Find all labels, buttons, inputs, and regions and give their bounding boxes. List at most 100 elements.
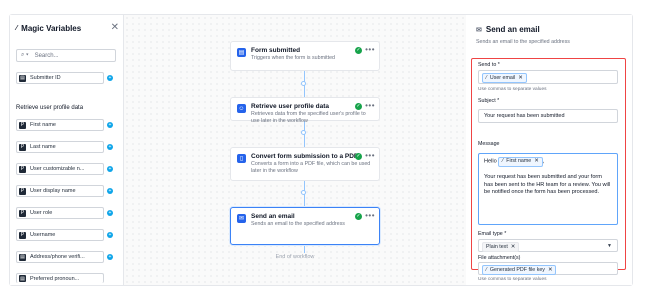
variable-label: User customizable n... <box>30 166 85 172</box>
check-icon: ✓ <box>355 153 362 160</box>
chip-label: First name <box>506 158 532 165</box>
chip-label: Generated PDF file key <box>489 267 545 273</box>
add-icon[interactable]: + <box>107 210 113 216</box>
add-step-dot[interactable] <box>301 190 306 195</box>
help-text: Use commas to separate values <box>478 87 547 92</box>
add-icon[interactable]: + <box>107 75 113 81</box>
end-of-workflow-label: End of workflow <box>275 254 315 260</box>
panel-title: ⁄ Magic Variables <box>16 24 81 33</box>
value-chip[interactable]: Plain text ✕ <box>482 242 520 252</box>
subject-field[interactable]: Your request has been submitted <box>478 109 618 123</box>
help-text: Use commas to separate values <box>478 277 547 282</box>
message-body: Your request has been submitted and your… <box>484 174 611 195</box>
user-icon: ☺ <box>237 104 246 113</box>
variable-label: Preferred pronoun... <box>30 275 80 282</box>
email-type-select[interactable]: Plain text ✕ ▼ <box>478 239 618 252</box>
check-icon: ✓ <box>355 103 362 110</box>
variable-label: Address/phone verifi... <box>30 254 85 260</box>
variable-icon: P <box>19 121 26 129</box>
subject-value: Your request has been submitted <box>484 113 565 119</box>
variable-icon: P <box>19 187 26 195</box>
email-icon: ✉ <box>237 214 246 223</box>
app-frame: ⁄ Magic Variables ✕ ⌕ ▾ Search... ▤ Subm… <box>9 14 633 286</box>
remove-icon[interactable]: ✕ <box>534 158 538 166</box>
variable-item[interactable]: ▤ Preferred pronoun... <box>16 273 104 283</box>
panel-title-text: Send an email <box>485 25 540 34</box>
step-config-panel: ✉ Send an email Sends an email to the sp… <box>467 15 632 285</box>
variable-label: Last name <box>30 144 56 150</box>
remove-icon[interactable]: ✕ <box>518 75 522 81</box>
document-icon: ▯ <box>237 154 246 163</box>
search-input[interactable]: ⌕ ▾ Search... <box>16 49 116 62</box>
variable-label: User display name <box>30 188 76 194</box>
chip-label: User email <box>489 75 516 81</box>
add-icon[interactable]: + <box>107 254 113 260</box>
attachment-label: File attachment(s) <box>478 255 521 261</box>
workflow-canvas[interactable]: ▤ Form submitted Triggers when the form … <box>124 15 466 285</box>
step-description: Retrieves data from the specified user's… <box>251 111 366 124</box>
workflow-step-retrieve-profile[interactable]: ☺ Retrieve user profile data Retrieves d… <box>230 97 380 124</box>
section-heading: Retrieve user profile data <box>16 105 84 111</box>
variable-label: User role <box>30 210 53 216</box>
add-icon[interactable]: + <box>107 188 113 194</box>
variable-icon: P <box>19 165 26 173</box>
add-icon[interactable]: + <box>107 232 113 238</box>
connector-line <box>304 245 305 253</box>
variable-icon: ▤ <box>19 275 26 282</box>
variable-item[interactable]: ▤ Address/phone verifi... <box>16 251 104 263</box>
variable-item[interactable]: P User customizable n... <box>16 163 104 175</box>
add-icon[interactable]: + <box>107 122 113 128</box>
variable-chip[interactable]: ⁄ First name ✕ <box>498 157 543 167</box>
variable-icon: P <box>19 209 26 217</box>
email-icon: ✉ <box>476 26 482 34</box>
email-type-label: Email type * <box>478 231 507 237</box>
remove-icon[interactable]: ✕ <box>548 267 552 273</box>
workflow-step-form-submitted[interactable]: ▤ Form submitted Triggers when the form … <box>230 41 380 71</box>
variable-item[interactable]: P Last name <box>16 141 104 153</box>
variable-icon: P <box>19 231 26 239</box>
more-options-icon[interactable]: ••• <box>365 101 375 110</box>
greeting-text: Hello <box>484 158 497 165</box>
workflow-step-convert-pdf[interactable]: ▯ Convert form submission to a PDF Conve… <box>230 147 380 181</box>
more-options-icon[interactable]: ••• <box>365 45 375 54</box>
subject-label: Subject * <box>478 98 500 104</box>
step-description: Converts a form into a PDF file, which c… <box>251 161 371 174</box>
panel-subtitle: Sends an email to the specified address <box>476 39 570 45</box>
variable-chip[interactable]: ⁄ Generated PDF file key ✕ <box>482 265 557 275</box>
variable-item[interactable]: P Username <box>16 229 104 241</box>
workflow-step-send-email[interactable]: ✉ Send an email Sends an email to the sp… <box>230 207 380 245</box>
message-greeting-line: Hello ⁄ First name ✕ , <box>484 157 612 167</box>
add-icon[interactable]: + <box>107 144 113 150</box>
variable-label: First name <box>30 122 56 128</box>
highlighted-form-area: Send to * ⁄ User email ✕ Use commas to s… <box>471 58 626 282</box>
send-to-field[interactable]: ⁄ User email ✕ <box>478 70 618 84</box>
remove-icon[interactable]: ✕ <box>511 244 515 250</box>
panel-title-text: Magic Variables <box>21 24 82 33</box>
variable-item[interactable]: P First name <box>16 119 104 131</box>
add-step-dot[interactable] <box>301 130 306 135</box>
variable-submitter-id[interactable]: ▤ Submitter ID <box>16 72 104 84</box>
magic-wand-icon: ⁄ <box>486 75 487 81</box>
search-icon: ⌕ ▾ <box>21 52 29 58</box>
attachment-field[interactable]: ⁄ Generated PDF file key ✕ <box>478 262 618 275</box>
variable-item[interactable]: P User display name <box>16 185 104 197</box>
message-textarea[interactable]: Hello ⁄ First name ✕ , Your request has … <box>478 153 618 225</box>
add-icon[interactable]: + <box>107 166 113 172</box>
variable-label: Username <box>30 232 56 238</box>
chevron-down-icon[interactable]: ▼ <box>607 243 612 249</box>
variable-item[interactable]: P User role <box>16 207 104 219</box>
send-to-label: Send to * <box>478 62 500 68</box>
variable-label: Submitter ID <box>30 75 61 81</box>
message-label: Message <box>478 141 500 147</box>
close-icon[interactable]: ✕ <box>111 22 119 33</box>
check-icon: ✓ <box>355 213 362 220</box>
magic-wand-icon: ⁄ <box>502 158 504 165</box>
chip-label: Plain text <box>486 244 508 250</box>
form-icon: ▤ <box>237 48 246 57</box>
panel-title: ✉ Send an email <box>476 25 540 34</box>
more-options-icon[interactable]: ••• <box>365 151 375 160</box>
add-step-dot[interactable] <box>301 81 306 86</box>
variable-chip[interactable]: ⁄ User email ✕ <box>482 73 527 83</box>
search-placeholder: Search... <box>34 52 59 59</box>
more-options-icon[interactable]: ••• <box>365 211 375 220</box>
